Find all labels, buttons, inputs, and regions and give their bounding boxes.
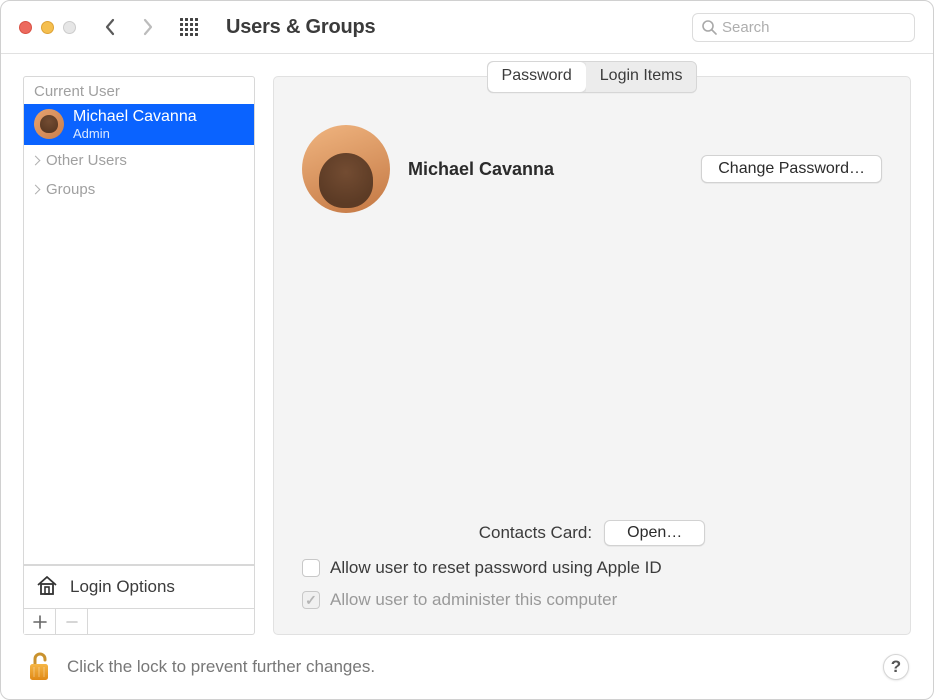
titlebar: Users & Groups [1, 1, 933, 54]
contacts-card-label: Contacts Card: [479, 523, 592, 543]
allow-admin-label: Allow user to administer this computer [330, 590, 617, 610]
window-controls [19, 21, 76, 34]
user-list: Current User Michael Cavanna Admin Other… [23, 76, 255, 565]
show-all-prefs-button[interactable] [180, 18, 198, 36]
sidebar-groups[interactable]: Groups [24, 174, 254, 203]
avatar-large[interactable] [302, 125, 390, 213]
search-field-container [692, 13, 915, 42]
tab-bar: Password Login Items [274, 75, 910, 107]
tab-password[interactable]: Password [488, 62, 586, 92]
search-input[interactable] [722, 19, 906, 36]
allow-reset-row: Allow user to reset password using Apple… [302, 558, 882, 578]
remove-user-button [56, 609, 88, 634]
sidebar-user-role: Admin [73, 127, 197, 141]
login-options-button[interactable]: Login Options [23, 565, 255, 609]
tab-login-items[interactable]: Login Items [586, 62, 697, 92]
help-button[interactable]: ? [883, 654, 909, 680]
login-options-label: Login Options [70, 577, 175, 597]
allow-admin-checkbox [302, 591, 320, 609]
back-button[interactable] [104, 18, 116, 36]
chevron-right-icon [31, 155, 41, 165]
close-window-button[interactable] [19, 21, 32, 34]
sidebar-other-users[interactable]: Other Users [24, 145, 254, 174]
detail-pane: Password Login Items Michael Cavanna Cha… [273, 76, 911, 635]
current-user-header: Current User [24, 77, 254, 104]
page-title: Users & Groups [226, 16, 375, 39]
allow-reset-checkbox[interactable] [302, 559, 320, 577]
nav-arrows [104, 18, 154, 36]
forward-button[interactable] [142, 18, 154, 36]
open-contacts-button[interactable]: Open… [604, 520, 705, 546]
allow-admin-row: Allow user to administer this computer [302, 590, 882, 610]
content-area: Current User Michael Cavanna Admin Other… [1, 54, 933, 699]
sidebar-user-name: Michael Cavanna [73, 108, 197, 126]
allow-reset-label: Allow user to reset password using Apple… [330, 558, 662, 578]
footer-row: Click the lock to prevent further change… [1, 635, 933, 699]
zoom-window-button[interactable] [63, 21, 76, 34]
lock-icon[interactable] [25, 650, 53, 684]
minimize-window-button[interactable] [41, 21, 54, 34]
groups-label: Groups [46, 181, 95, 198]
add-remove-row [23, 609, 255, 635]
add-user-button[interactable] [24, 609, 56, 634]
house-icon [34, 572, 60, 603]
lock-message: Click the lock to prevent further change… [67, 657, 375, 677]
chevron-right-icon [31, 184, 41, 194]
sidebar: Current User Michael Cavanna Admin Other… [23, 76, 255, 635]
detail-user-name: Michael Cavanna [408, 159, 554, 180]
change-password-button[interactable]: Change Password… [701, 155, 882, 183]
search-icon [701, 19, 717, 35]
user-header-row: Michael Cavanna Change Password… [302, 125, 882, 213]
contacts-card-row: Contacts Card: Open… [302, 520, 882, 546]
avatar-small [34, 109, 64, 139]
sidebar-user-current[interactable]: Michael Cavanna Admin [24, 104, 254, 145]
other-users-label: Other Users [46, 152, 127, 169]
